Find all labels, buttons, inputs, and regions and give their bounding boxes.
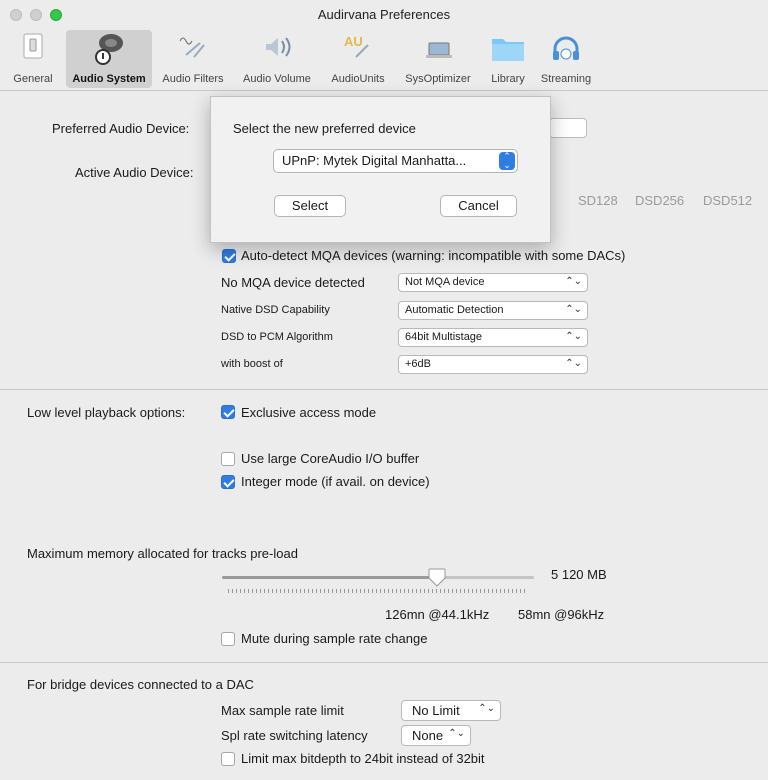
boost-select[interactable]: +6dB ⌃⌄ — [398, 355, 588, 374]
cancel-button[interactable]: Cancel — [440, 195, 517, 217]
preferred-device-label: Preferred Audio Device: — [52, 121, 190, 136]
dsd-capability-label: Native DSD Capability — [221, 304, 330, 316]
tab-library[interactable]: Library — [482, 30, 534, 88]
limit-bitdepth-checkbox[interactable] — [221, 752, 235, 766]
stepper-icon: ⌃⌄ — [565, 358, 582, 369]
dsd-capability-value: Automatic Detection — [405, 304, 504, 316]
dsd-format-partial: SD128 — [578, 193, 618, 208]
tab-label: Audio Filters — [162, 73, 224, 85]
dsd-capability-select[interactable]: Automatic Detection ⌃⌄ — [398, 301, 588, 320]
section-divider — [0, 662, 768, 663]
max-rate-label: Max sample rate limit — [221, 703, 344, 718]
mqa-device-value: Not MQA device — [405, 276, 485, 288]
bridge-section-label: For bridge devices connected to a DAC — [27, 677, 254, 692]
boost-value: +6dB — [405, 358, 431, 370]
speaker-icon — [91, 33, 127, 68]
stepper-icon: ⌃⌄ — [565, 276, 582, 287]
mute-label: Mute during sample rate change — [241, 631, 428, 646]
volume-icon — [262, 33, 294, 64]
laptop-icon — [424, 33, 454, 64]
dialog-prompt: Select the new preferred device — [233, 121, 416, 136]
stepper-icon: ⌃⌄ — [448, 728, 465, 739]
tab-label: Library — [491, 73, 525, 85]
tab-label: Audio Volume — [243, 73, 311, 85]
waveform-icon — [178, 33, 208, 64]
mute-checkbox[interactable] — [221, 632, 235, 646]
preferred-device-field[interactable] — [549, 118, 587, 138]
dsd-format-512: DSD512 — [703, 193, 753, 208]
memory-value: 5 120 MB — [551, 567, 607, 582]
switch-icon — [22, 33, 44, 62]
tab-audio-system[interactable]: Audio System — [66, 30, 152, 88]
duration-96khz: 58mn @96kHz — [518, 607, 605, 622]
boost-label: with boost of — [221, 358, 283, 370]
tab-sysoptimizer[interactable]: SysOptimizer — [396, 30, 480, 88]
memory-slider-ticks — [228, 589, 528, 593]
headphones-icon — [550, 33, 582, 66]
duration-44khz: 126mn @44.1kHz — [385, 607, 490, 622]
dsd-algorithm-value: 64bit Multistage — [405, 331, 483, 343]
preferences-toolbar: General Audio System Audio Filters Audio… — [0, 28, 768, 91]
large-buffer-checkbox[interactable] — [221, 452, 235, 466]
large-buffer-label: Use large CoreAudio I/O buffer — [241, 451, 420, 466]
select-button[interactable]: Select — [274, 195, 346, 217]
mqa-device-select[interactable]: Not MQA device ⌃⌄ — [398, 273, 588, 292]
title-bar: Audirvana Preferences — [0, 0, 768, 28]
svg-text:AU: AU — [344, 34, 363, 49]
device-select[interactable]: UPnP: Mytek Digital Manhatta... ⌃ ⌄ — [273, 149, 518, 173]
max-rate-select[interactable]: No Limit ⌃⌄ — [401, 700, 501, 721]
playback-options-label: Low level playback options: — [27, 405, 186, 420]
folder-icon — [490, 33, 526, 66]
device-select-value: UPnP: Mytek Digital Manhatta... — [282, 153, 467, 168]
section-divider — [0, 389, 768, 390]
tab-audiounits[interactable]: AU AudioUnits — [322, 30, 394, 88]
stepper-icon: ⌃⌄ — [499, 152, 515, 170]
dsd-format-256: DSD256 — [635, 193, 685, 208]
limit-bitdepth-label: Limit max bitdepth to 24bit instead of 3… — [241, 751, 485, 766]
select-device-dialog: Select the new preferred device UPnP: My… — [210, 96, 551, 243]
latency-select[interactable]: None ⌃⌄ — [401, 725, 471, 746]
dsd-algorithm-select[interactable]: 64bit Multistage ⌃⌄ — [398, 328, 588, 347]
memory-slider[interactable] — [222, 576, 534, 579]
memory-slider-fill — [222, 576, 438, 579]
tab-general[interactable]: General — [2, 30, 64, 88]
exclusive-access-label: Exclusive access mode — [241, 405, 377, 420]
max-rate-value: No Limit — [412, 703, 460, 718]
exclusive-access-checkbox[interactable] — [221, 405, 235, 419]
tab-label: Audio System — [72, 73, 146, 85]
tab-audio-filters[interactable]: Audio Filters — [154, 30, 232, 88]
latency-label: Spl rate switching latency — [221, 728, 368, 743]
integer-mode-checkbox[interactable] — [221, 475, 235, 489]
stepper-icon: ⌃⌄ — [565, 304, 582, 315]
stepper-icon: ⌃⌄ — [565, 331, 582, 342]
auto-detect-mqa-checkbox[interactable] — [222, 249, 236, 263]
integer-mode-label: Integer mode (if avail. on device) — [241, 474, 430, 489]
mqa-status-label: No MQA device detected — [221, 275, 365, 290]
stepper-icon: ⌃⌄ — [478, 703, 495, 714]
tab-streaming[interactable]: Streaming — [536, 30, 596, 88]
tab-label: SysOptimizer — [405, 73, 471, 85]
latency-value: None — [412, 728, 444, 743]
auto-detect-mqa-label: Auto-detect MQA devices (warning: incomp… — [241, 248, 626, 263]
tab-audio-volume[interactable]: Audio Volume — [234, 30, 320, 88]
tab-label: Streaming — [540, 73, 592, 85]
tab-label: AudioUnits — [331, 73, 385, 85]
active-device-label: Active Audio Device: — [75, 165, 194, 180]
dsd-algorithm-label: DSD to PCM Algorithm — [221, 331, 333, 343]
memory-slider-knob[interactable] — [428, 568, 446, 588]
au-icon: AU — [342, 33, 374, 64]
memory-section-label: Maximum memory allocated for tracks pre-… — [27, 546, 298, 561]
window-title: Audirvana Preferences — [317, 7, 451, 22]
tab-label: General — [13, 73, 53, 85]
